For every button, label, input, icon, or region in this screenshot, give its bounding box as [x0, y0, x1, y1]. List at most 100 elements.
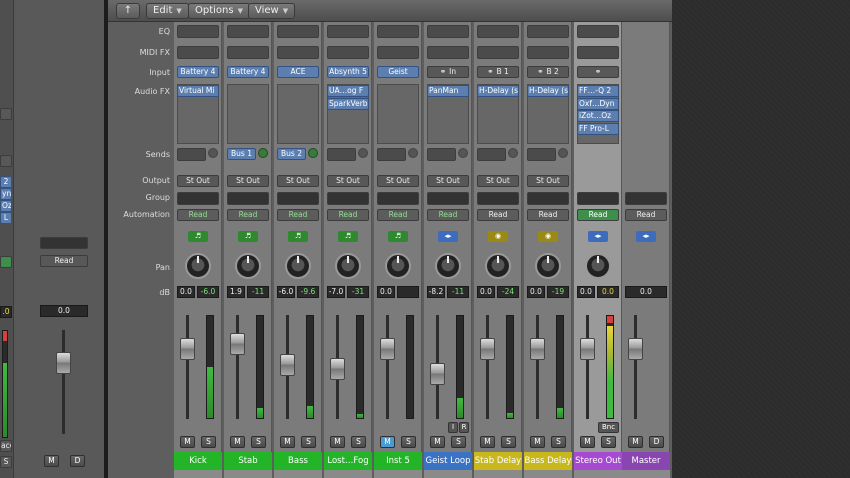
solo-button[interactable]: S: [251, 436, 266, 448]
partial-insert-2[interactable]: yn: [0, 188, 12, 200]
solo-button[interactable]: S: [351, 436, 366, 448]
eq-slot[interactable]: [427, 25, 469, 38]
output-slot[interactable]: St Out: [477, 175, 519, 187]
track-name[interactable]: Lost…Fog: [324, 452, 372, 470]
track-name[interactable]: Kick: [174, 452, 222, 470]
eq-slot[interactable]: [177, 25, 219, 38]
midi-fx-slot[interactable]: [577, 46, 619, 59]
input-plugin[interactable]: Absynth 5: [327, 66, 369, 78]
audio-fx-plugin[interactable]: SparkVerb: [327, 97, 369, 110]
group-slot[interactable]: [577, 192, 619, 205]
dim-button[interactable]: D: [649, 436, 664, 448]
mute-button[interactable]: M: [628, 436, 643, 448]
midi-fx-slot[interactable]: [527, 46, 569, 59]
eq-slot[interactable]: [277, 25, 319, 38]
send-slot[interactable]: Bus 1: [227, 148, 256, 160]
audio-fx-plugin[interactable]: FF Pro-L: [577, 122, 619, 135]
solo-button[interactable]: S: [401, 436, 416, 448]
output-slot[interactable]: St Out: [527, 175, 569, 187]
volume-fader[interactable]: [330, 357, 345, 380]
solo-button[interactable]: S: [501, 436, 516, 448]
input-monitor-button[interactable]: I: [448, 422, 458, 433]
automation-mode[interactable]: Read: [377, 209, 419, 221]
options-menu[interactable]: Options ▼: [188, 3, 250, 19]
eq-slot[interactable]: [377, 25, 419, 38]
midi-fx-slot[interactable]: [427, 46, 469, 59]
send-level-knob[interactable]: [208, 148, 218, 158]
volume-fader[interactable]: [580, 337, 595, 360]
volume-fader[interactable]: [380, 337, 395, 360]
output-slot[interactable]: St Out: [177, 175, 219, 187]
output-slot[interactable]: St Out: [327, 175, 369, 187]
automation-mode[interactable]: Read: [177, 209, 219, 221]
send-level-knob[interactable]: [558, 148, 568, 158]
audio-fx-plugin[interactable]: iZot…Oz: [577, 110, 619, 122]
send-slot[interactable]: [177, 148, 206, 161]
pan-knob[interactable]: [185, 253, 211, 279]
send-level-knob[interactable]: [308, 148, 318, 158]
track-name[interactable]: Geist Loop: [424, 452, 472, 470]
view-menu[interactable]: View ▼: [248, 3, 296, 19]
partial-automation[interactable]: [0, 256, 12, 268]
record-enable-button[interactable]: R: [459, 422, 469, 433]
eq-slot[interactable]: [477, 25, 519, 38]
audio-fx-plugin[interactable]: Oxf…Dyn: [577, 97, 619, 110]
send-level-knob[interactable]: [408, 148, 418, 158]
send-slot[interactable]: Bus 2: [277, 148, 306, 160]
partial-insert-1[interactable]: 2: [0, 176, 12, 188]
group-slot[interactable]: [327, 192, 369, 205]
midi-fx-slot[interactable]: [177, 46, 219, 59]
send-slot[interactable]: [477, 148, 506, 161]
input-plugin[interactable]: Battery 4: [177, 66, 219, 78]
send-slot[interactable]: [427, 148, 456, 161]
pan-knob[interactable]: [235, 253, 261, 279]
mute-button[interactable]: M: [380, 436, 395, 448]
midi-fx-slot[interactable]: [327, 46, 369, 59]
group-slot[interactable]: [277, 192, 319, 205]
eq-slot[interactable]: [227, 25, 269, 38]
solo-button[interactable]: S: [201, 436, 216, 448]
mute-button[interactable]: M: [230, 436, 245, 448]
mute-button[interactable]: M: [280, 436, 295, 448]
track-name[interactable]: Inst 5: [374, 452, 422, 470]
automation-mode[interactable]: Read: [577, 209, 619, 221]
automation-mode[interactable]: Read: [227, 209, 269, 221]
eq-slot[interactable]: [327, 25, 369, 38]
group-slot[interactable]: [527, 192, 569, 205]
send-level-knob[interactable]: [258, 148, 268, 158]
audio-fx-plugin[interactable]: UA…og F: [327, 85, 369, 97]
volume-fader[interactable]: [280, 354, 295, 377]
input-plugin[interactable]: Geist: [377, 66, 419, 78]
bounce-button[interactable]: Bnc: [598, 422, 619, 433]
up-arrow-button[interactable]: ↑: [116, 3, 140, 19]
pan-knob[interactable]: [335, 253, 361, 279]
audio-fx-plugin[interactable]: FF…-Q 2: [577, 85, 619, 97]
pan-knob[interactable]: [385, 253, 411, 279]
partial-insert-3[interactable]: Oz: [0, 200, 12, 212]
mute-button[interactable]: M: [330, 436, 345, 448]
left-master-dim[interactable]: D: [70, 455, 85, 467]
solo-button[interactable]: S: [301, 436, 316, 448]
track-name[interactable]: Bass Delay: [524, 452, 572, 470]
automation-mode[interactable]: Read: [427, 209, 469, 221]
pan-knob[interactable]: [585, 253, 611, 279]
send-level-knob[interactable]: [508, 148, 518, 158]
track-name[interactable]: Stereo Out: [574, 452, 622, 470]
volume-fader[interactable]: [628, 337, 643, 360]
mute-button[interactable]: M: [480, 436, 495, 448]
edit-menu[interactable]: Edit ▼: [146, 3, 189, 19]
send-slot[interactable]: [377, 148, 406, 161]
volume-fader[interactable]: [430, 362, 445, 385]
audio-fx-area[interactable]: [227, 84, 269, 144]
mute-button[interactable]: M: [180, 436, 195, 448]
eq-slot[interactable]: [527, 25, 569, 38]
input-slot[interactable]: ⚭ B 2: [527, 66, 569, 78]
input-plugin[interactable]: ACE: [277, 66, 319, 78]
audio-fx-area[interactable]: [377, 84, 419, 144]
left-master-group[interactable]: [40, 237, 88, 249]
partial-solo[interactable]: S: [0, 456, 12, 468]
mute-button[interactable]: M: [580, 436, 595, 448]
send-level-knob[interactable]: [358, 148, 368, 158]
midi-fx-slot[interactable]: [477, 46, 519, 59]
solo-button[interactable]: S: [601, 436, 616, 448]
